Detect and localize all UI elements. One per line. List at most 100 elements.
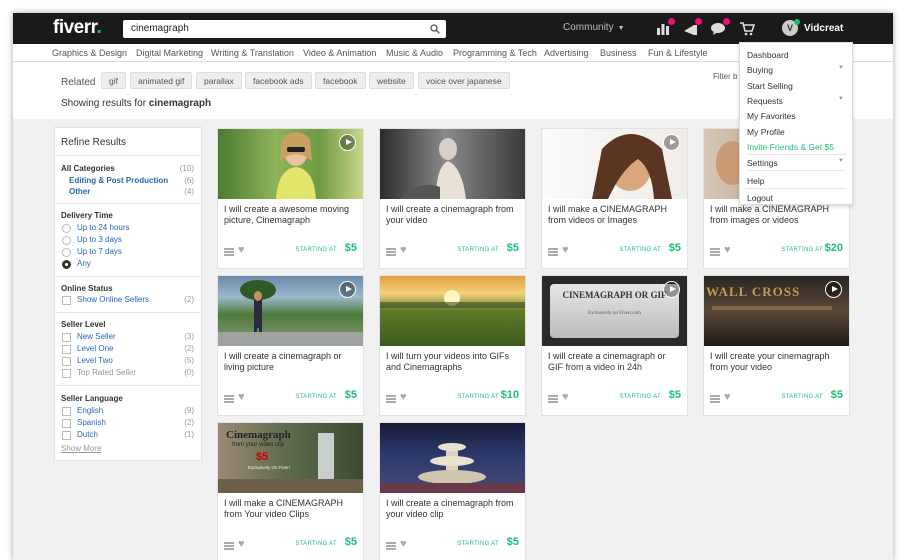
category-link[interactable]: Programming & Tech <box>453 48 537 58</box>
gig-title[interactable]: I will create a cinemagraph or GIF from … <box>548 351 682 372</box>
level-checkbox[interactable] <box>62 333 71 342</box>
gig-title[interactable]: I will create a cinemagraph from your vi… <box>386 204 520 225</box>
gig-thumbnail[interactable]: WALL CROSS <box>704 276 849 346</box>
dropdown-item-invite-friends[interactable]: Invite Friends & Get $5 <box>747 142 834 152</box>
menu-icon[interactable] <box>224 395 234 403</box>
dropdown-item-my-profile[interactable]: My Profile <box>747 127 785 137</box>
category-link[interactable]: Video & Animation <box>303 48 376 58</box>
dropdown-item-start-selling[interactable]: Start Selling <box>747 81 793 91</box>
language-checkbox[interactable] <box>62 431 71 440</box>
heart-icon[interactable]: ♥ <box>724 391 731 403</box>
dropdown-item-requests[interactable]: Requests <box>747 96 783 106</box>
search-input[interactable]: cinemagraph <box>123 20 446 38</box>
gig-card[interactable]: I will create a cinemagraph from your vi… <box>379 422 526 560</box>
search-icon[interactable] <box>430 24 440 34</box>
filter-by-label[interactable]: Filter b <box>713 72 737 81</box>
heart-icon[interactable]: ♥ <box>562 244 569 256</box>
gig-card[interactable]: I will make a CINEMAGRAPH from videos or… <box>541 128 688 269</box>
menu-icon[interactable] <box>386 248 396 256</box>
heart-icon[interactable]: ♥ <box>562 391 569 403</box>
delivery-radio-selected[interactable] <box>62 260 71 269</box>
related-tag[interactable]: gif <box>101 72 126 89</box>
language-checkbox[interactable] <box>62 407 71 416</box>
notifications-icon[interactable] <box>682 18 702 37</box>
gig-thumbnail[interactable] <box>542 129 687 199</box>
menu-icon[interactable] <box>224 542 234 550</box>
dropdown-item-my-favorites[interactable]: My Favorites <box>747 111 796 121</box>
play-icon[interactable] <box>663 134 680 151</box>
heart-icon[interactable]: ♥ <box>238 391 245 403</box>
gig-title[interactable]: I will create a awesome moving picture, … <box>224 204 358 225</box>
subcategory-editing[interactable]: Editing & Post Production <box>69 176 168 185</box>
category-link[interactable]: Digital Marketing <box>136 48 203 58</box>
stats-icon[interactable] <box>655 18 675 37</box>
play-icon[interactable] <box>339 134 356 151</box>
online-checkbox[interactable] <box>62 296 71 305</box>
gig-title[interactable]: I will turn your videos into GIFs and Ci… <box>386 351 520 372</box>
level-checkbox[interactable] <box>62 357 71 366</box>
gig-thumbnail[interactable] <box>218 129 363 199</box>
play-icon[interactable] <box>825 281 842 298</box>
related-tag[interactable]: facebook ads <box>245 72 312 89</box>
gig-card[interactable]: Cinemagraph from your video clip $5 Excl… <box>217 422 364 560</box>
gig-card[interactable]: I will turn your videos into GIFs and Ci… <box>379 275 526 416</box>
dropdown-item-settings[interactable]: Settings <box>747 158 778 168</box>
user-menu[interactable]: V Vidcreat <box>782 19 843 36</box>
category-link[interactable]: Advertising <box>544 48 589 58</box>
heart-icon[interactable]: ♥ <box>400 244 407 256</box>
dropdown-item-dashboard[interactable]: Dashboard <box>747 50 789 60</box>
heart-icon[interactable]: ♥ <box>238 244 245 256</box>
gig-thumbnail[interactable] <box>380 423 525 493</box>
menu-icon[interactable] <box>386 395 396 403</box>
delivery-radio[interactable] <box>62 224 71 233</box>
gig-thumbnail[interactable]: Cinemagraph from your video clip $5 Excl… <box>218 423 363 493</box>
gig-thumbnail[interactable] <box>218 276 363 346</box>
delivery-radio[interactable] <box>62 236 71 245</box>
gig-title[interactable]: I will make a CINEMAGRAPH from images or… <box>710 204 844 225</box>
related-tag[interactable]: facebook <box>315 72 366 89</box>
category-link[interactable]: Graphics & Design <box>52 48 127 58</box>
gig-card[interactable]: WALL CROSS I will create your cinemagrap… <box>703 275 850 416</box>
related-tag[interactable]: parallax <box>196 72 242 89</box>
gig-title[interactable]: I will create a cinemagraph from your vi… <box>386 498 520 519</box>
gig-thumbnail[interactable] <box>380 129 525 199</box>
menu-icon[interactable] <box>710 248 720 256</box>
level-checkbox[interactable] <box>62 369 71 378</box>
category-link[interactable]: Fun & Lifestyle <box>648 48 708 58</box>
category-link[interactable]: Music & Audio <box>386 48 443 58</box>
menu-icon[interactable] <box>224 248 234 256</box>
menu-icon[interactable] <box>548 248 558 256</box>
related-tag[interactable]: website <box>369 72 414 89</box>
gig-thumbnail[interactable] <box>380 276 525 346</box>
related-tag[interactable]: voice over japanese <box>418 72 510 89</box>
messages-icon[interactable] <box>710 18 730 37</box>
menu-icon[interactable] <box>710 395 720 403</box>
menu-icon[interactable] <box>386 542 396 550</box>
heart-icon[interactable]: ♥ <box>400 391 407 403</box>
username[interactable]: Vidcreat <box>804 23 843 34</box>
delivery-radio[interactable] <box>62 248 71 257</box>
heart-icon[interactable]: ♥ <box>400 538 407 550</box>
all-categories[interactable]: All Categories <box>61 164 115 173</box>
dropdown-item-help[interactable]: Help <box>747 176 764 186</box>
gig-title[interactable]: I will create a cinemagraph or living pi… <box>224 351 358 372</box>
gig-card[interactable]: I will create a cinemagraph from your vi… <box>379 128 526 269</box>
community-menu[interactable]: Community ▼ <box>563 22 625 33</box>
cart-icon[interactable] <box>739 20 757 37</box>
gig-card[interactable]: I will create a cinemagraph or living pi… <box>217 275 364 416</box>
heart-icon[interactable]: ♥ <box>238 538 245 550</box>
gig-card[interactable]: I will create a awesome moving picture, … <box>217 128 364 269</box>
avatar[interactable]: V <box>782 19 800 36</box>
gig-title[interactable]: I will make a CINEMAGRAPH from Your vide… <box>224 498 358 519</box>
category-link[interactable]: Writing & Translation <box>211 48 294 58</box>
play-icon[interactable] <box>663 281 680 298</box>
show-more-link[interactable]: Show More <box>61 444 101 453</box>
dropdown-item-logout[interactable]: Logout <box>747 193 773 203</box>
gig-thumbnail[interactable]: CINEMAGRAPH OR GIF Exclusively on Fiverr… <box>542 276 687 346</box>
related-tag[interactable]: animated gif <box>130 72 193 89</box>
play-icon[interactable] <box>339 281 356 298</box>
category-link[interactable]: Business <box>600 48 637 58</box>
menu-icon[interactable] <box>548 395 558 403</box>
gig-card[interactable]: CINEMAGRAPH OR GIF Exclusively on Fiverr… <box>541 275 688 416</box>
heart-icon[interactable]: ♥ <box>724 244 731 256</box>
